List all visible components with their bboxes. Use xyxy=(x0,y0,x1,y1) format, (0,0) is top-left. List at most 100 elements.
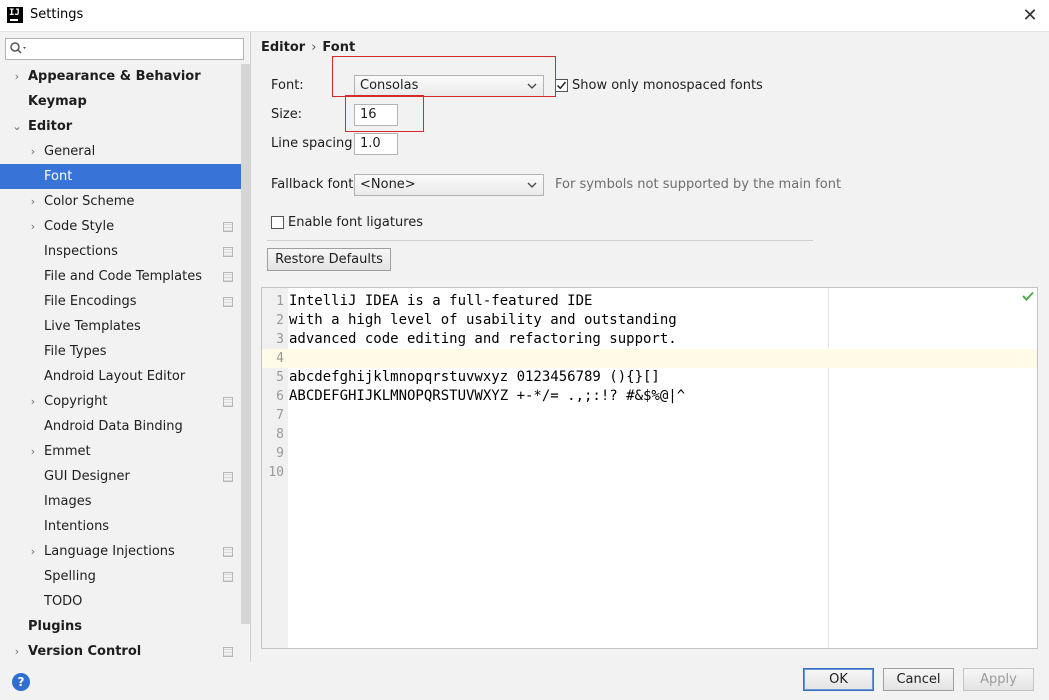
close-icon[interactable]: ✕ xyxy=(1019,5,1041,27)
chevron-right-icon[interactable]: › xyxy=(11,639,23,662)
sidebar-item-keymap[interactable]: Keymap xyxy=(0,89,250,114)
code-line: 2 with a high level of usability and outs… xyxy=(262,311,1037,330)
breadcrumb-separator: › xyxy=(311,40,317,55)
sidebar-scrollbar[interactable] xyxy=(241,64,250,624)
font-preview-editor[interactable]: 1 IntelliJ IDEA is a full-featured IDE 2 wi… xyxy=(261,287,1038,649)
sidebar-item-label: Color Scheme xyxy=(44,194,135,209)
sidebar-item-label: Live Templates xyxy=(44,319,141,334)
sidebar-item-intentions[interactable]: Intentions xyxy=(0,514,250,539)
line-number: 8 xyxy=(276,427,284,442)
line-number: 5 xyxy=(276,370,284,385)
intellij-app-icon: IJ xyxy=(7,7,23,23)
sidebar-item-label: Spelling xyxy=(44,569,96,584)
sidebar-item-editor[interactable]: ⌄ Editor xyxy=(0,114,250,139)
sidebar-item-label: Font xyxy=(44,169,73,184)
divider xyxy=(267,240,813,241)
chevron-down-icon[interactable]: ⌄ xyxy=(11,114,23,139)
line-number: 4 xyxy=(276,351,284,366)
project-level-icon xyxy=(223,222,233,232)
sidebar-item-label: Inspections xyxy=(44,244,118,259)
line-spacing-field[interactable]: 1.0 xyxy=(354,133,398,155)
chevron-right-icon[interactable]: › xyxy=(27,214,39,239)
sidebar-item-label: General xyxy=(44,144,96,159)
sidebar-item-label: Copyright xyxy=(44,394,108,409)
chevron-right-icon[interactable]: › xyxy=(27,539,39,564)
sidebar-item-label: Emmet xyxy=(44,444,91,459)
project-level-icon xyxy=(223,472,233,482)
project-level-icon xyxy=(223,547,233,557)
fallback-font-dropdown[interactable]: <None> xyxy=(354,174,544,196)
code-text: IntelliJ IDEA is a full-featured IDE xyxy=(289,293,593,309)
size-label: Size: xyxy=(271,107,303,122)
code-line: 5 abcdefghijklmnopqrstuvwxyz 0123456789 (… xyxy=(262,368,1037,387)
ok-button[interactable]: OK xyxy=(803,668,874,691)
sidebar-item-file-and-code-templates[interactable]: File and Code Templates xyxy=(0,264,250,289)
line-number: 9 xyxy=(276,446,284,461)
apply-button[interactable]: Apply xyxy=(963,668,1034,691)
chevron-right-icon[interactable]: › xyxy=(27,189,39,214)
font-dropdown-value: Consolas xyxy=(360,78,419,93)
sidebar-item-label: Language Injections xyxy=(44,544,175,559)
font-dropdown[interactable]: Consolas xyxy=(354,75,544,97)
code-line: 7 xyxy=(262,406,1037,425)
sidebar-item-emmet[interactable]: › Emmet xyxy=(0,439,250,464)
sidebar-item-live-templates[interactable]: Live Templates xyxy=(0,314,250,339)
sidebar-item-color-scheme[interactable]: › Color Scheme xyxy=(0,189,250,214)
sidebar-item-images[interactable]: Images xyxy=(0,489,250,514)
code-text: ABCDEFGHIJKLMNOPQRSTUVWXYZ +-*/= .,;:!? … xyxy=(289,388,686,404)
sidebar-item-inspections[interactable]: Inspections xyxy=(0,239,250,264)
code-line: 3 advanced code editing and refactoring s… xyxy=(262,330,1037,349)
search-input[interactable] xyxy=(32,41,237,57)
sidebar-item-file-encodings[interactable]: File Encodings xyxy=(0,289,250,314)
chevron-right-icon[interactable]: › xyxy=(11,64,23,89)
size-field[interactable]: 16 xyxy=(354,104,398,126)
sidebar-item-appearance-behavior[interactable]: › Appearance & Behavior xyxy=(0,64,250,89)
sidebar-item-android-data-binding[interactable]: Android Data Binding xyxy=(0,414,250,439)
sidebar-item-plugins[interactable]: Plugins xyxy=(0,614,250,639)
project-level-icon xyxy=(223,297,233,307)
sidebar-item-general[interactable]: › General xyxy=(0,139,250,164)
sidebar-item-label: Editor xyxy=(28,119,73,134)
ligatures-checkbox[interactable] xyxy=(271,216,284,229)
sidebar-item-font[interactable]: Font xyxy=(0,164,250,189)
sidebar-item-label: GUI Designer xyxy=(44,469,130,484)
title-bar: IJ Settings ✕ xyxy=(0,0,1049,32)
code-text: with a high level of usability and outst… xyxy=(289,312,677,328)
line-number: 3 xyxy=(276,332,284,347)
sidebar-item-file-types[interactable]: File Types xyxy=(0,339,250,364)
sidebar-item-version-control[interactable]: › Version Control xyxy=(0,639,250,662)
fallback-font-value: <None> xyxy=(360,177,416,192)
inspection-ok-icon xyxy=(1022,291,1034,301)
chevron-down-icon xyxy=(527,182,537,188)
sidebar-item-todo[interactable]: TODO xyxy=(0,589,250,614)
monospaced-label[interactable]: Show only monospaced fonts xyxy=(572,78,763,93)
sidebar-item-label: Appearance & Behavior xyxy=(28,69,201,84)
chevron-right-icon[interactable]: › xyxy=(27,439,39,464)
help-icon[interactable]: ? xyxy=(12,673,30,691)
chevron-right-icon[interactable]: › xyxy=(27,389,39,414)
sidebar-item-label: File Encodings xyxy=(44,294,137,309)
sidebar-item-spelling[interactable]: Spelling xyxy=(0,564,250,589)
chevron-right-icon[interactable]: › xyxy=(27,139,39,164)
restore-defaults-button[interactable]: Restore Defaults xyxy=(267,248,391,271)
code-text: advanced code editing and refactoring su… xyxy=(289,331,677,347)
settings-search[interactable] xyxy=(5,38,244,60)
line-spacing-label: Line spacing: xyxy=(271,136,357,151)
sidebar-item-code-style[interactable]: › Code Style xyxy=(0,214,250,239)
cancel-button[interactable]: Cancel xyxy=(883,668,954,691)
sidebar-item-android-layout-editor[interactable]: Android Layout Editor xyxy=(0,364,250,389)
breadcrumb-parent[interactable]: Editor xyxy=(261,40,305,55)
code-line: 6 ABCDEFGHIJKLMNOPQRSTUVWXYZ +-*/= .,;:!?… xyxy=(262,387,1037,406)
ligatures-label[interactable]: Enable font ligatures xyxy=(288,215,423,230)
monospaced-checkbox[interactable] xyxy=(555,79,568,92)
code-text: abcdefghijklmnopqrstuvwxyz 0123456789 ()… xyxy=(289,369,660,385)
fallback-font-label: Fallback font: xyxy=(271,177,358,192)
sidebar-item-label: File and Code Templates xyxy=(44,269,202,284)
window-title: Settings xyxy=(30,7,84,22)
line-number: 10 xyxy=(268,465,284,480)
code-line: 9 xyxy=(262,444,1037,463)
sidebar-item-copyright[interactable]: › Copyright xyxy=(0,389,250,414)
sidebar-item-gui-designer[interactable]: GUI Designer xyxy=(0,464,250,489)
sidebar-item-language-injections[interactable]: › Language Injections xyxy=(0,539,250,564)
breadcrumb-current: Font xyxy=(322,40,356,55)
